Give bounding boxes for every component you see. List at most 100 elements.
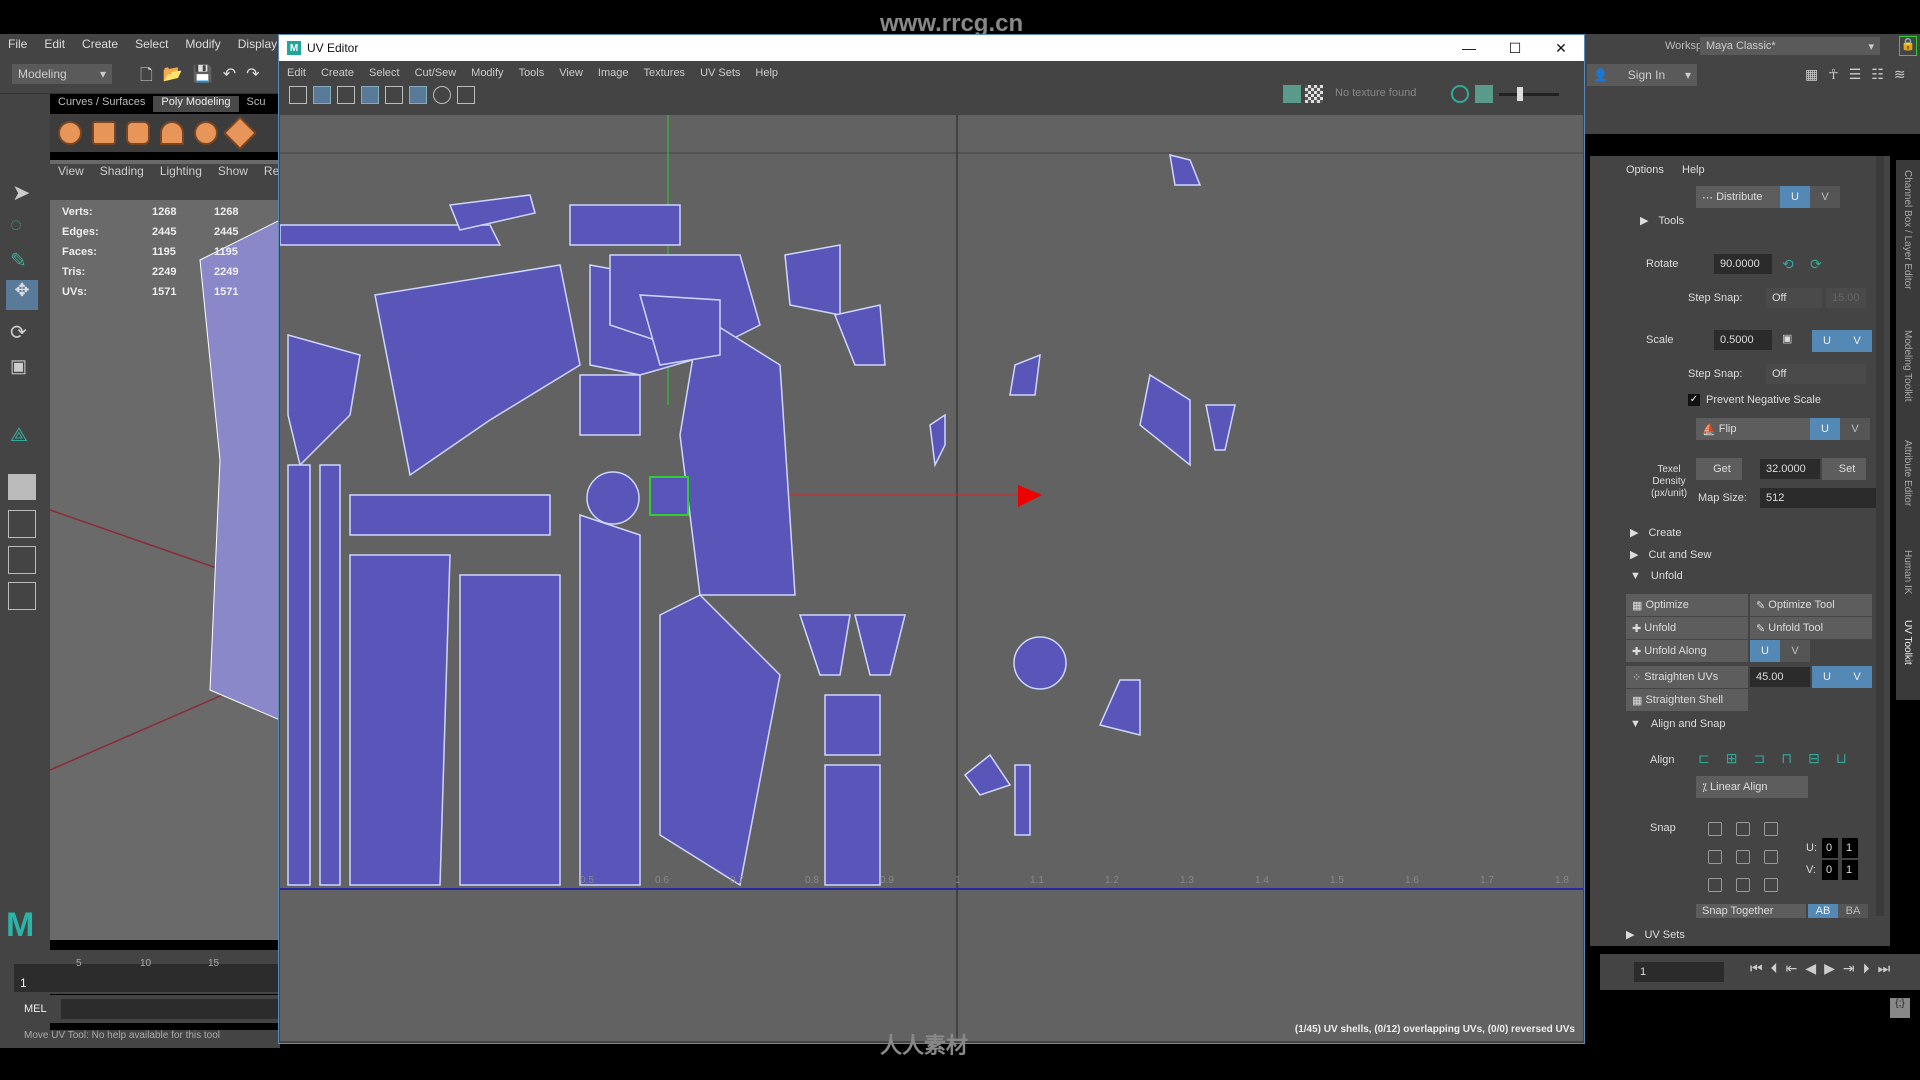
outliner-icon[interactable]	[8, 582, 36, 610]
redo-icon[interactable]: ↷	[246, 64, 259, 91]
scale-tool-icon[interactable]: ▣	[10, 356, 27, 377]
snap-together-button[interactable]: Snap Together	[1696, 904, 1806, 918]
camera-icon[interactable]	[457, 86, 475, 104]
menu-create[interactable]: Create	[82, 37, 118, 51]
next-key-icon[interactable]: ⇥	[1843, 960, 1855, 977]
lock-icon[interactable]: 🔒	[1899, 36, 1917, 56]
snap-ab-button[interactable]: AB	[1808, 904, 1838, 918]
go-to-end-icon[interactable]: ⏭	[1878, 960, 1891, 977]
texel-density-field[interactable]: 32.0000	[1760, 459, 1820, 479]
uv-menu-cutsew[interactable]: Cut/Sew	[415, 67, 457, 79]
align-top-icon[interactable]: ⊓	[1781, 750, 1792, 767]
distribute-button[interactable]: ⋯ Distribute	[1696, 186, 1780, 208]
vp-menu-shading[interactable]: Shading	[92, 164, 152, 182]
menu-file[interactable]: File	[8, 37, 27, 51]
menu-edit[interactable]: Edit	[44, 37, 65, 51]
uv-menu-modify[interactable]: Modify	[471, 67, 503, 79]
open-scene-icon[interactable]: 📂	[163, 64, 183, 91]
uv-menu-uvsets[interactable]: UV Sets	[700, 67, 740, 79]
new-scene-icon[interactable]: 🗋	[140, 64, 153, 91]
lasso-tool-icon[interactable]: ◌	[10, 214, 22, 237]
exposure-slider[interactable]	[1499, 93, 1559, 96]
snap-u-max[interactable]: 1	[1842, 838, 1858, 858]
uv-menu-help[interactable]: Help	[755, 67, 778, 79]
step-back-icon[interactable]: ⏴	[1771, 960, 1778, 977]
distribute-v-button[interactable]: V	[1810, 186, 1840, 208]
rotate-cw-icon[interactable]: ⟳	[1810, 256, 1822, 273]
flip-u-button[interactable]: U	[1810, 418, 1840, 440]
uv-canvas[interactable]: 0.5 0.6 0.7 0.8 0.9 1 1.1 1.2 1.3 1.4 1.5 1.6 1.7 1.8…	[280, 115, 1583, 1041]
optimize-button[interactable]: ▦ Optimize	[1626, 594, 1748, 616]
attribute-editor-icon[interactable]: ☰	[1849, 66, 1862, 83]
rgb-icon[interactable]	[1451, 85, 1469, 103]
shelf-tab-poly[interactable]: Poly Modeling	[153, 96, 239, 112]
channel-box-icon[interactable]: ≋	[1894, 66, 1906, 83]
straighten-uvs-button[interactable]: ⁘ Straighten UVs	[1626, 666, 1748, 688]
save-scene-icon[interactable]: 💾	[193, 64, 213, 91]
rotate-step-snap-dropdown[interactable]: Off	[1766, 288, 1822, 308]
straighten-v-button[interactable]: V	[1842, 666, 1872, 688]
vp-menu-lighting[interactable]: Lighting	[152, 164, 210, 182]
shelf-tab-sculpt[interactable]: Scu	[239, 96, 274, 112]
uv-menu-image[interactable]: Image	[598, 67, 629, 79]
uv-shell-icon[interactable]	[289, 86, 307, 104]
single-view-icon[interactable]	[8, 474, 36, 500]
snap-mid-right[interactable]	[1764, 850, 1778, 864]
tool-settings-icon[interactable]: ☷	[1871, 66, 1884, 83]
uv-menu-view[interactable]: View	[559, 67, 583, 79]
snap-bottom-center[interactable]	[1736, 878, 1750, 892]
snap-ba-button[interactable]: BA	[1838, 904, 1868, 918]
snap-bottom-right[interactable]	[1764, 878, 1778, 892]
toolkit-menu-help[interactable]: Help	[1682, 164, 1705, 176]
scale-field[interactable]: 0.5000	[1714, 330, 1772, 350]
snap-bottom-left[interactable]	[1708, 878, 1722, 892]
uv-menu-textures[interactable]: Textures	[643, 67, 685, 79]
uv-menu-create[interactable]: Create	[321, 67, 354, 79]
texel-set-button[interactable]: Set	[1822, 458, 1866, 480]
poly-cube-icon[interactable]	[92, 121, 116, 145]
straighten-u-button[interactable]: U	[1812, 666, 1842, 688]
section-uv-sets[interactable]: ▶ UV Sets	[1626, 928, 1685, 942]
section-tools[interactable]: ▶ Tools	[1640, 214, 1684, 228]
rotate-field[interactable]: 90.0000	[1714, 254, 1772, 274]
align-center-v-icon[interactable]: ⊟	[1808, 750, 1820, 767]
scale-icon[interactable]: ▣	[1782, 332, 1792, 345]
close-button[interactable]: ✕	[1538, 35, 1584, 61]
dim-image-icon[interactable]	[385, 86, 403, 104]
toolkit-menu-options[interactable]: Options	[1626, 164, 1664, 176]
flip-button[interactable]: ⛵ Flip	[1696, 418, 1810, 440]
script-editor-icon[interactable]: {;}	[1890, 998, 1910, 1018]
alpha-icon[interactable]	[1475, 85, 1493, 103]
scale-v-button[interactable]: V	[1842, 330, 1872, 352]
snap-top-right[interactable]	[1764, 822, 1778, 836]
minimize-button[interactable]: —	[1446, 35, 1492, 61]
uv-menu-tools[interactable]: Tools	[519, 67, 545, 79]
display-image-icon[interactable]	[361, 86, 379, 104]
rotate-tool-icon[interactable]: ⟳	[10, 320, 27, 345]
flip-v-button[interactable]: V	[1840, 418, 1870, 440]
poly-cylinder-icon[interactable]	[126, 121, 150, 145]
workspace-dropdown[interactable]: Maya Classic* ▾	[1700, 37, 1880, 55]
menu-display[interactable]: Display	[238, 37, 277, 51]
poly-cone-icon[interactable]	[160, 121, 184, 145]
shaded-icon[interactable]	[337, 86, 355, 104]
snap-top-left[interactable]	[1708, 822, 1722, 836]
time-slider[interactable]: 1 5 10 15	[0, 950, 284, 994]
align-bottom-icon[interactable]: ⊔	[1836, 750, 1847, 767]
tab-human-ik[interactable]: Human IK	[1902, 550, 1913, 594]
texel-get-button[interactable]: Get	[1696, 458, 1742, 480]
snap-center[interactable]	[1736, 850, 1750, 864]
linear-align-button[interactable]: ⁒ Linear Align	[1696, 776, 1808, 798]
mode-dropdown[interactable]: Modeling ▾	[12, 64, 112, 84]
section-cut-and-sew[interactable]: ▶ Cut and Sew	[1630, 548, 1711, 562]
sign-in-dropdown[interactable]: 👤 Sign In ▾	[1587, 64, 1697, 86]
poly-sphere-icon[interactable]	[58, 121, 82, 145]
align-right-icon[interactable]: ⊐	[1753, 750, 1765, 767]
shelf-tab-curves[interactable]: Curves / Surfaces	[50, 96, 153, 112]
tab-uv-toolkit[interactable]: UV Toolkit	[1902, 620, 1913, 665]
menu-select[interactable]: Select	[135, 37, 168, 51]
two-view-icon[interactable]	[8, 546, 36, 574]
current-frame-field[interactable]: 1	[1634, 962, 1724, 982]
snap-mid-left[interactable]	[1708, 850, 1722, 864]
go-to-start-icon[interactable]: ⏮	[1750, 960, 1763, 977]
